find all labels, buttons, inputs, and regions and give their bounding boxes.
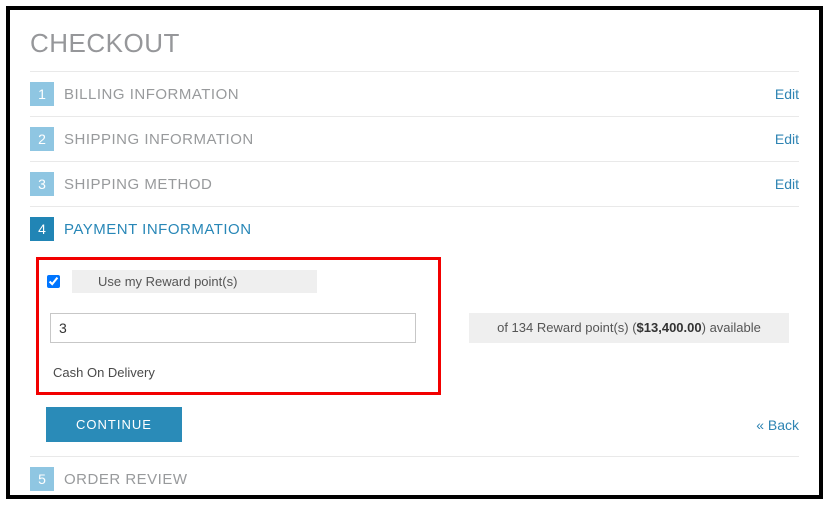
edit-shipping-info-link[interactable]: Edit bbox=[775, 131, 799, 147]
reward-points-available: of 134 Reward point(s) ($13,400.00) avai… bbox=[469, 313, 789, 343]
continue-button[interactable]: CONTINUE bbox=[46, 407, 182, 442]
use-rewards-checkbox[interactable] bbox=[47, 275, 60, 288]
step-title-shipping-info: SHIPPING INFORMATION bbox=[64, 131, 775, 148]
back-link[interactable]: « Back bbox=[756, 417, 799, 433]
edit-shipping-method-link[interactable]: Edit bbox=[775, 176, 799, 192]
step-billing: 1 BILLING INFORMATION Edit bbox=[30, 72, 799, 116]
step-title-billing: BILLING INFORMATION bbox=[64, 86, 775, 103]
step-order-review: 5 ORDER REVIEW bbox=[30, 456, 799, 499]
step-number-1: 1 bbox=[30, 82, 54, 106]
step-title-shipping-method: SHIPPING METHOD bbox=[64, 176, 775, 193]
edit-billing-link[interactable]: Edit bbox=[775, 86, 799, 102]
step-payment: 4 PAYMENT INFORMATION bbox=[30, 206, 799, 251]
step-number-3: 3 bbox=[30, 172, 54, 196]
reward-points-input[interactable] bbox=[50, 313, 416, 343]
payment-method-label: Cash On Delivery bbox=[53, 365, 430, 380]
step-number-2: 2 bbox=[30, 127, 54, 151]
step-number-5: 5 bbox=[30, 467, 54, 491]
step-title-order-review: ORDER REVIEW bbox=[64, 471, 799, 488]
available-amount: $13,400.00 bbox=[637, 320, 702, 335]
available-suffix: ) available bbox=[702, 320, 761, 335]
step-shipping-method: 3 SHIPPING METHOD Edit bbox=[30, 161, 799, 206]
step-title-payment: PAYMENT INFORMATION bbox=[64, 221, 799, 238]
step-shipping-info: 2 SHIPPING INFORMATION Edit bbox=[30, 116, 799, 161]
reward-points-highlight: Use my Reward point(s) of 134 Reward poi… bbox=[36, 257, 441, 395]
available-prefix: of 134 Reward point(s) ( bbox=[497, 320, 636, 335]
page-title: CHECKOUT bbox=[30, 28, 799, 59]
step-number-4: 4 bbox=[30, 217, 54, 241]
use-rewards-label: Use my Reward point(s) bbox=[72, 270, 317, 293]
